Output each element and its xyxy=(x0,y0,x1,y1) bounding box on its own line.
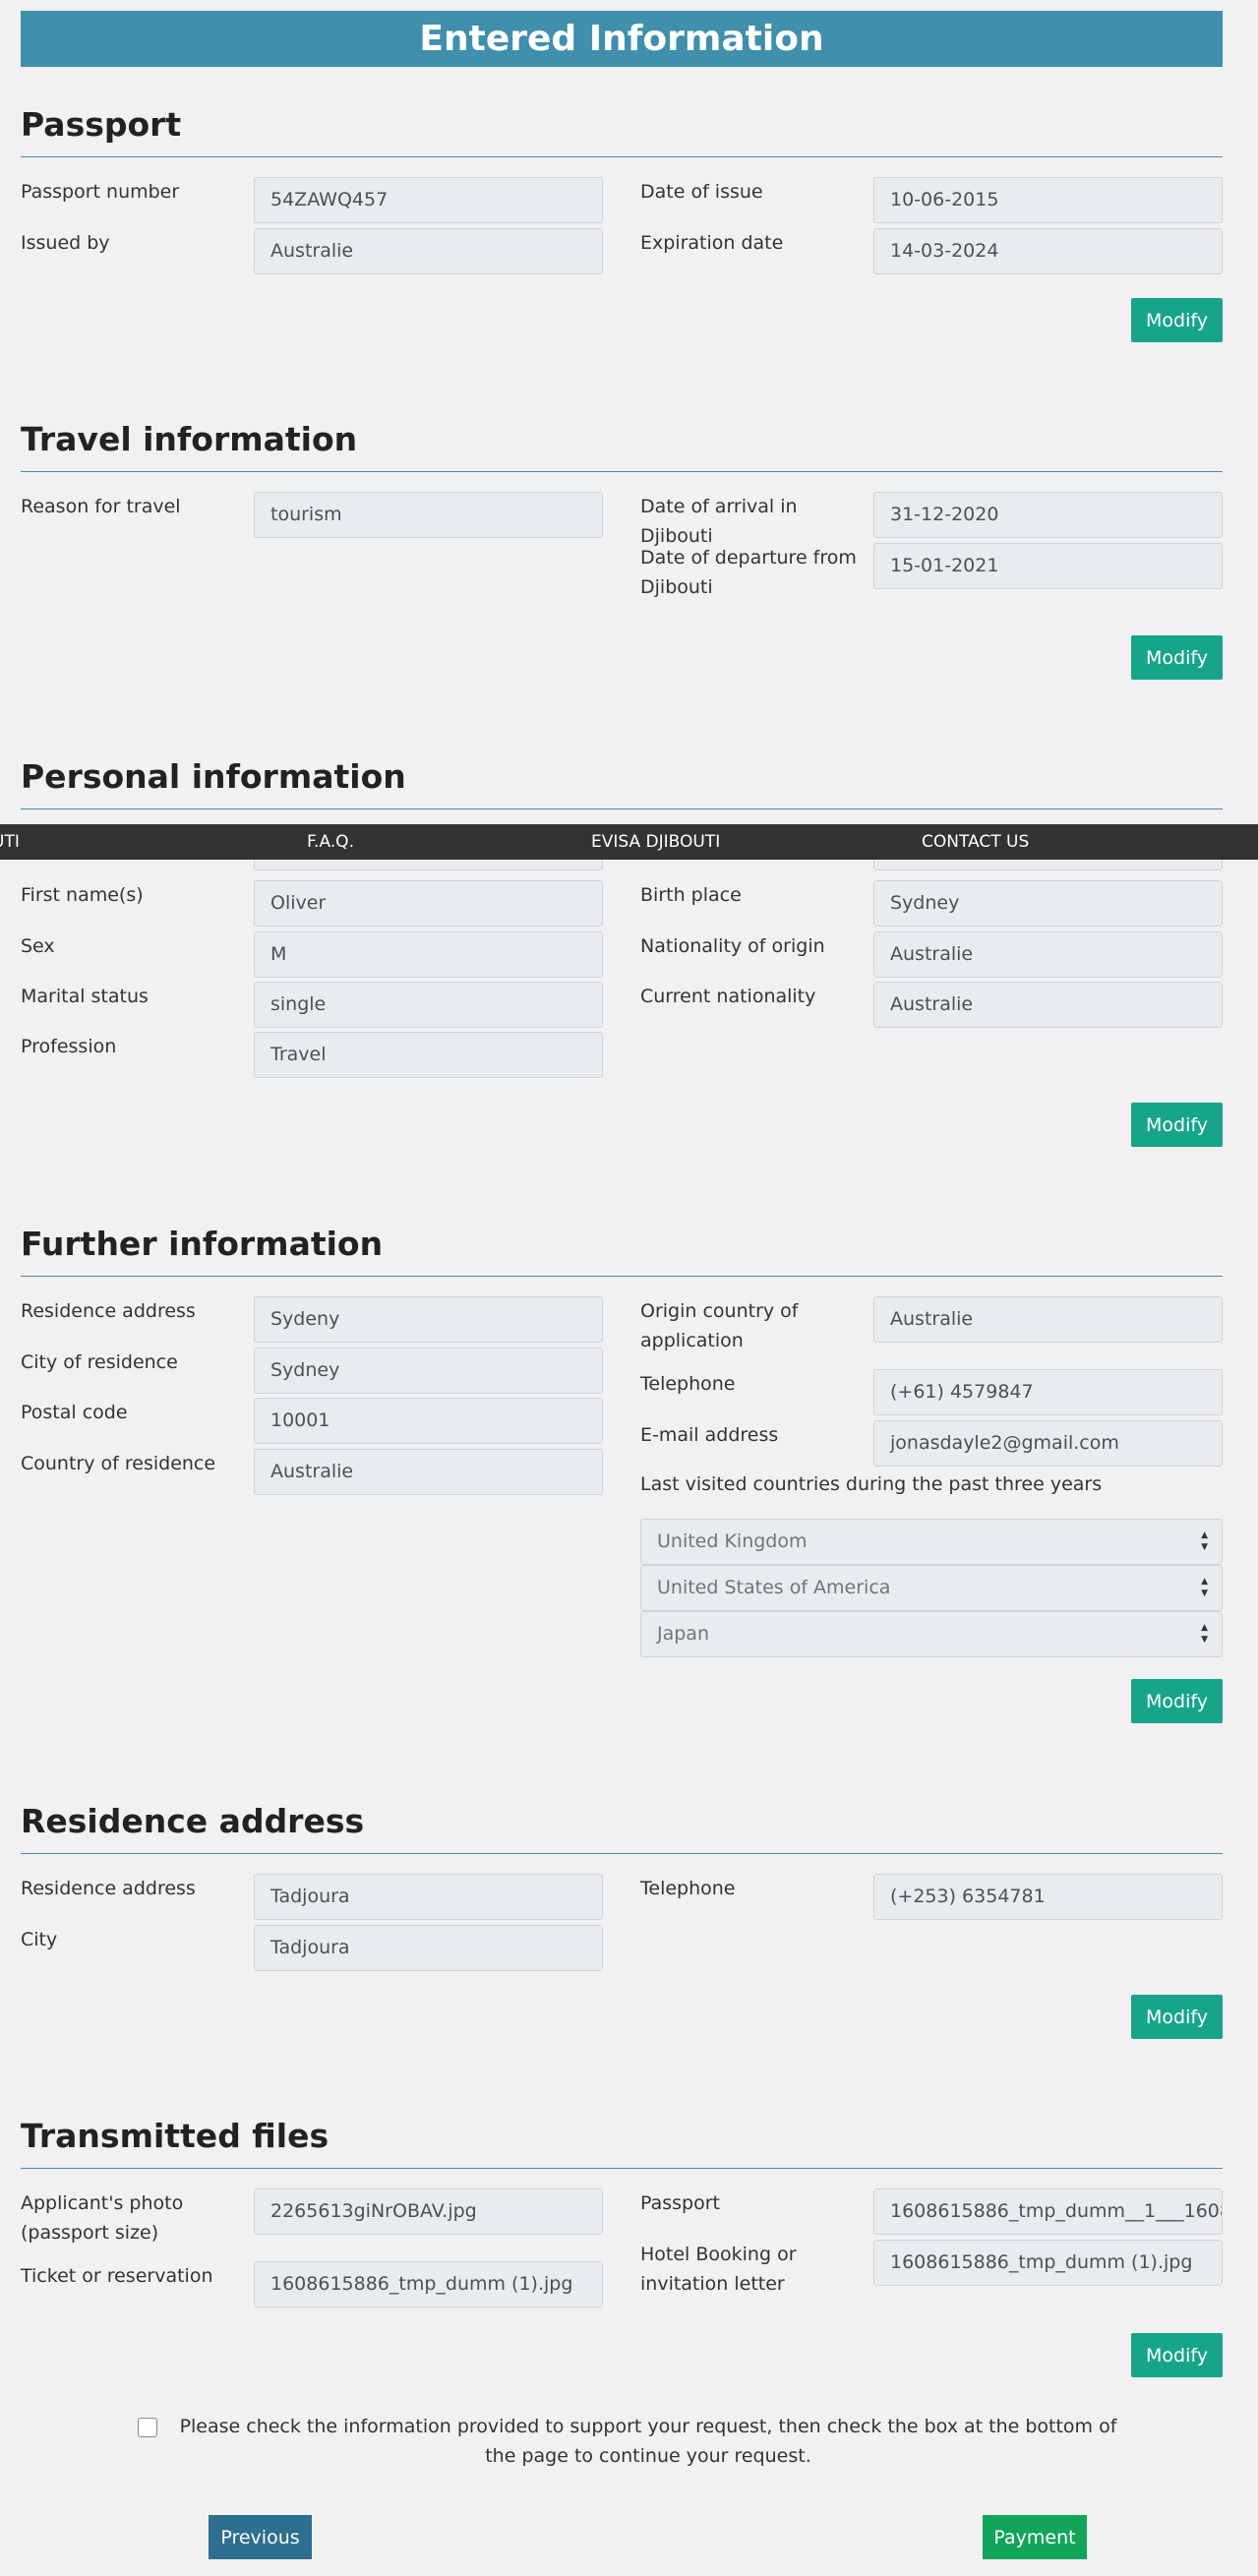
date-of-issue-label: Date of issue xyxy=(640,181,763,203)
sex-field[interactable]: M xyxy=(254,931,603,978)
files-modify-button[interactable]: Modify xyxy=(1131,2333,1223,2377)
passport-number-label: Passport number xyxy=(21,181,180,203)
expiration-date-field[interactable]: 14-03-2024 xyxy=(873,228,1223,274)
origin-country-label: Origin country of application xyxy=(640,1300,799,1351)
nationality-origin-field[interactable]: Australie xyxy=(873,931,1223,978)
reason-label: Reason for travel xyxy=(21,496,181,517)
city-label: City xyxy=(21,1929,58,1950)
residence-telephone-field[interactable]: (+253) 6354781 xyxy=(873,1874,1223,1920)
select-arrows-icon: ▲ ▼ xyxy=(1201,1623,1208,1645)
passport-file-label: Passport xyxy=(640,2192,720,2214)
confirm-checkbox[interactable] xyxy=(138,2418,157,2437)
files-section-title: Transmitted files xyxy=(21,2116,329,2155)
sticky-navbar: UTI F.A.Q. EVISA DJIBOUTI CONTACT US xyxy=(0,824,1258,860)
current-nationality-field[interactable]: Australie xyxy=(873,982,1223,1028)
passport-file-field[interactable]: 1608615886_tmp_dumm__1___16086 xyxy=(873,2188,1223,2235)
residence-section-title: Residence address xyxy=(21,1801,365,1840)
residence-address-field-2[interactable]: Tadjoura xyxy=(254,1874,603,1920)
hotel-booking-label: Hotel Booking or invitation letter xyxy=(640,2244,797,2295)
nav-item-faq[interactable]: F.A.Q. xyxy=(307,824,354,860)
section-divider xyxy=(21,1853,1223,1854)
further-section-title: Further information xyxy=(21,1224,384,1263)
city-of-residence-field[interactable]: Sydney xyxy=(254,1348,603,1394)
last-visited-label: Last visited countries during the past t… xyxy=(640,1473,1103,1495)
page-title: Entered Information xyxy=(21,11,1223,67)
confirm-text: Please check the information provided to… xyxy=(179,2416,1117,2467)
further-modify-button[interactable]: Modify xyxy=(1131,1679,1223,1723)
nav-item-home[interactable]: UTI xyxy=(0,824,20,860)
nationality-origin-label: Nationality of origin xyxy=(640,935,825,957)
section-divider xyxy=(21,156,1223,157)
further-section: Further information Residence address Sy… xyxy=(21,1215,1223,1723)
residence-section: Residence address Residence address Tadj… xyxy=(21,1792,1223,2039)
country-of-residence-field[interactable]: Australie xyxy=(254,1449,603,1495)
applicant-photo-label: Applicant's photo (passport size) xyxy=(21,2192,184,2244)
last-visited-select-1[interactable]: United Kingdom ▲ ▼ xyxy=(640,1519,1223,1565)
select-arrows-icon: ▲ ▼ xyxy=(1201,1530,1208,1552)
current-nationality-label: Current nationality xyxy=(640,986,816,1007)
travel-section-title: Travel information xyxy=(21,419,358,458)
email-field[interactable]: jonasdayle2@gmail.com xyxy=(873,1420,1223,1467)
postal-code-field[interactable]: 10001 xyxy=(254,1398,603,1444)
payment-button[interactable]: Payment xyxy=(983,2515,1087,2559)
birth-place-field[interactable]: Sydney xyxy=(873,880,1223,927)
personal-section: Personal information Oliver Williams Fir… xyxy=(21,748,1223,1147)
passport-section-title: Passport xyxy=(21,104,182,144)
files-section: Transmitted files Applicant's photo (pas… xyxy=(21,2107,1223,2377)
residence-address-label: Residence address xyxy=(21,1300,196,1322)
arrival-date-label: Date of arrival in Djibouti xyxy=(640,496,798,547)
issued-by-field[interactable]: Australie xyxy=(254,228,603,274)
first-name-field[interactable]: Oliver xyxy=(254,880,603,927)
passport-modify-button[interactable]: Modify xyxy=(1131,298,1223,342)
select-arrows-icon: ▲ ▼ xyxy=(1201,1577,1208,1598)
issued-by-label: Issued by xyxy=(21,232,110,254)
residence-address-field[interactable]: Sydeny xyxy=(254,1296,603,1343)
postal-code-label: Postal code xyxy=(21,1402,128,1423)
profession-field[interactable]: Travel xyxy=(254,1032,603,1078)
passport-section: Passport Passport number 54ZAWQ457 Issue… xyxy=(21,95,1223,342)
arrival-date-field[interactable]: 31-12-2020 xyxy=(873,492,1223,538)
last-visited-select-2[interactable]: United States of America ▲ ▼ xyxy=(640,1565,1223,1611)
telephone-field[interactable]: (+61) 4579847 xyxy=(873,1369,1223,1415)
departure-date-label: Date of departure from Djibouti xyxy=(640,547,857,598)
expiration-date-label: Expiration date xyxy=(640,232,784,254)
personal-section-title: Personal information xyxy=(21,756,406,796)
travel-section: Travel information Reason for travel tou… xyxy=(21,410,1223,680)
departure-date-field[interactable]: 15-01-2021 xyxy=(873,543,1223,589)
birth-place-label: Birth place xyxy=(640,884,742,906)
reason-field[interactable]: tourism xyxy=(254,492,603,538)
residence-address-label-2: Residence address xyxy=(21,1878,196,1899)
country-of-residence-label: Country of residence xyxy=(21,1453,216,1474)
nav-item-evisa[interactable]: EVISA DJIBOUTI xyxy=(591,824,720,860)
hotel-booking-field[interactable]: 1608615886_tmp_dumm (1).jpg xyxy=(873,2240,1223,2286)
date-of-issue-field[interactable]: 10-06-2015 xyxy=(873,177,1223,223)
previous-button[interactable]: Previous xyxy=(209,2515,312,2559)
email-label: E-mail address xyxy=(640,1424,779,1446)
section-divider xyxy=(21,1276,1223,1277)
ticket-label: Ticket or reservation xyxy=(21,2265,213,2287)
last-visited-select-3[interactable]: Japan ▲ ▼ xyxy=(640,1611,1223,1657)
first-name-label: First name(s) xyxy=(21,884,144,906)
passport-number-field[interactable]: 54ZAWQ457 xyxy=(254,177,603,223)
sex-label: Sex xyxy=(21,935,55,957)
city-of-residence-label: City of residence xyxy=(21,1351,178,1373)
travel-modify-button[interactable]: Modify xyxy=(1131,635,1223,680)
nav-item-contact[interactable]: CONTACT US xyxy=(922,824,1029,860)
origin-country-field[interactable]: Australie xyxy=(873,1296,1223,1343)
ticket-field[interactable]: 1608615886_tmp_dumm (1).jpg xyxy=(254,2261,603,2307)
residence-modify-button[interactable]: Modify xyxy=(1131,1995,1223,2039)
marital-status-field[interactable]: single xyxy=(254,982,603,1028)
telephone-label: Telephone xyxy=(640,1373,736,1395)
city-field[interactable]: Tadjoura xyxy=(254,1925,603,1971)
confirm-row: Please check the information provided to… xyxy=(138,2412,1121,2471)
marital-status-label: Marital status xyxy=(21,986,149,1007)
section-divider xyxy=(21,2168,1223,2169)
personal-modify-button[interactable]: Modify xyxy=(1131,1103,1223,1147)
section-divider xyxy=(21,471,1223,472)
profession-label: Profession xyxy=(21,1036,117,1057)
applicant-photo-field[interactable]: 2265613giNrOBAV.jpg xyxy=(254,2188,603,2235)
residence-telephone-label: Telephone xyxy=(640,1878,736,1899)
